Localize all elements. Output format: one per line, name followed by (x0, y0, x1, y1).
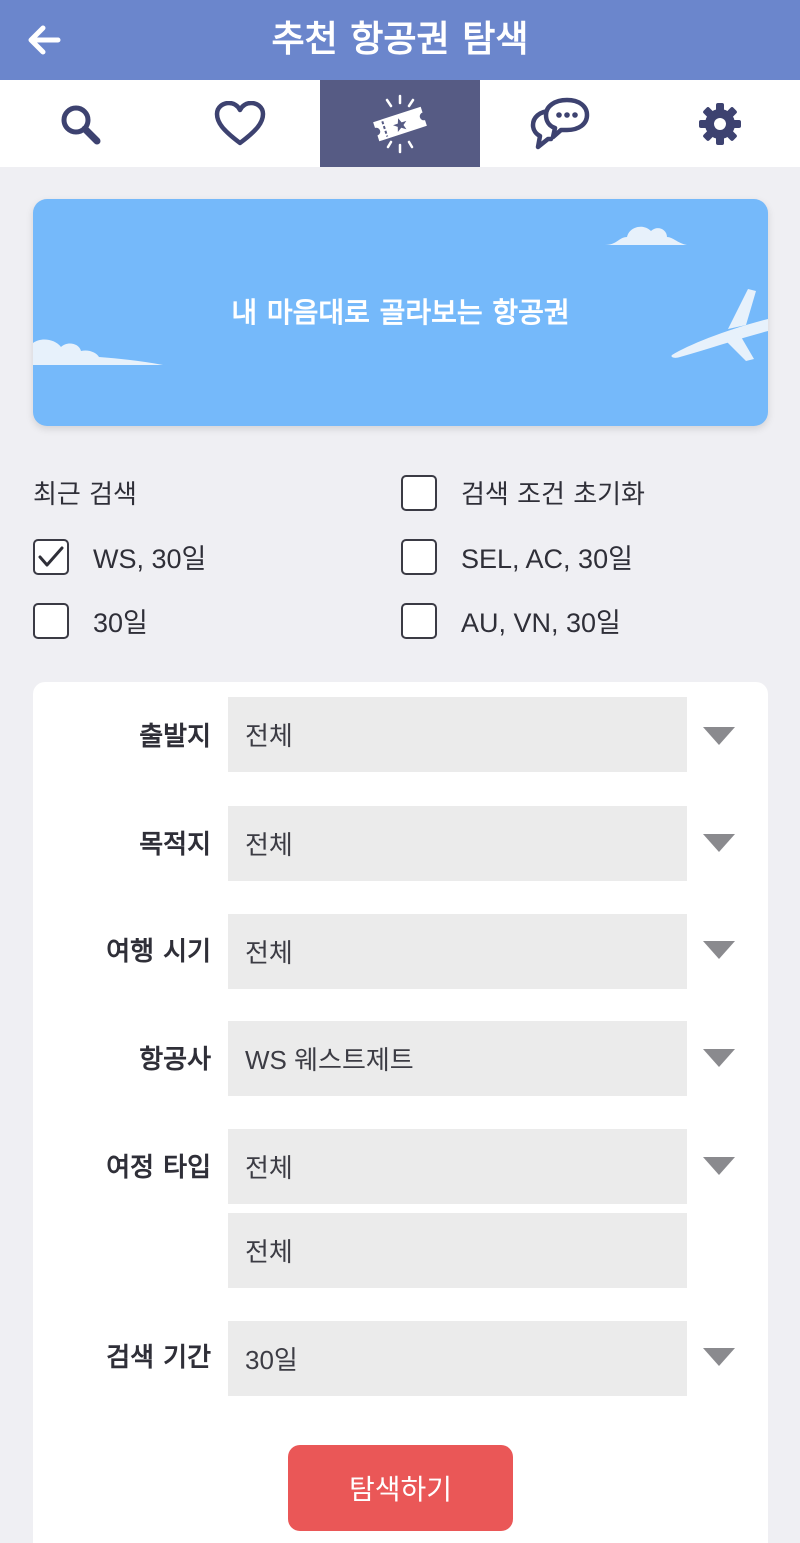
airline-label: 항공사 (139, 1045, 211, 1075)
cloud-icon (33, 339, 163, 365)
checkmark-icon (38, 546, 64, 566)
search-range-select[interactable]: 30일 (228, 1321, 687, 1396)
heart-icon (214, 100, 266, 145)
search-icon (61, 105, 101, 144)
airline-select[interactable]: WS 웨스트제트 (228, 1021, 687, 1096)
trip-type-select[interactable]: 전체 (228, 1129, 687, 1204)
chat-bubbles-icon (530, 97, 590, 149)
promo-banner[interactable]: 내 마음대로 골라보는 항공권 (33, 199, 768, 426)
trip-type-sub-select[interactable]: 전체 (228, 1213, 687, 1288)
reset-conditions-label: 검색 조건 초기화 (461, 480, 645, 510)
search-button[interactable]: 탐색하기 (288, 1445, 513, 1531)
checkbox-box[interactable] (401, 538, 437, 575)
search-form-card: 출발지 전체 목적지 전체 여행 시기 전체 항공사 WS 웨스트제트 여정 타… (33, 682, 768, 1543)
app-header: 추천 항공권 탐색 (0, 0, 800, 80)
recent-item-3[interactable]: 30일 (33, 601, 148, 640)
chevron-down-icon[interactable] (703, 1157, 735, 1175)
tab-ticket[interactable] (320, 80, 480, 167)
checkbox-box[interactable] (33, 602, 69, 639)
tab-chat[interactable] (480, 80, 640, 167)
search-range-label: 검색 기간 (106, 1343, 211, 1373)
checkbox-box[interactable] (401, 474, 437, 511)
departure-label: 출발지 (139, 722, 211, 752)
recent-item-label: 30일 (93, 608, 148, 638)
chevron-down-icon[interactable] (703, 941, 735, 959)
departure-select[interactable]: 전체 (228, 697, 687, 772)
travel-period-label: 여행 시기 (106, 937, 211, 967)
recent-item-4[interactable]: AU, VN, 30일 (401, 601, 621, 640)
gear-icon (699, 102, 741, 145)
ticket-icon (373, 94, 427, 153)
recent-item-2[interactable]: SEL, AC, 30일 (401, 537, 633, 576)
tab-settings[interactable] (640, 80, 800, 167)
chevron-down-icon[interactable] (703, 834, 735, 852)
travel-period-select[interactable]: 전체 (228, 914, 687, 989)
chevron-down-icon[interactable] (703, 727, 735, 745)
recent-item-1[interactable]: WS, 30일 (33, 537, 206, 576)
checkbox-box[interactable] (33, 538, 69, 575)
recent-item-label: WS, 30일 (93, 544, 207, 574)
recent-item-label: SEL, AC, 30일 (461, 544, 633, 574)
tab-search[interactable] (0, 80, 160, 167)
tab-favorites[interactable] (160, 80, 320, 167)
banner-title: 내 마음대로 골라보는 항공권 (231, 296, 570, 329)
reset-conditions-checkbox[interactable]: 검색 조건 초기화 (401, 474, 645, 511)
destination-label: 목적지 (139, 830, 211, 860)
recent-search-label: 최근 검색 (33, 480, 137, 510)
checkbox-box[interactable] (401, 602, 437, 639)
page-title: 추천 항공권 탐색 (271, 19, 529, 60)
tab-bar (0, 80, 800, 167)
cloud-icon (605, 226, 687, 245)
recent-item-label: AU, VN, 30일 (461, 608, 621, 638)
trip-type-label: 여정 타입 (106, 1153, 211, 1183)
destination-select[interactable]: 전체 (228, 806, 687, 881)
chevron-down-icon[interactable] (703, 1049, 735, 1067)
chevron-down-icon[interactable] (703, 1348, 735, 1366)
